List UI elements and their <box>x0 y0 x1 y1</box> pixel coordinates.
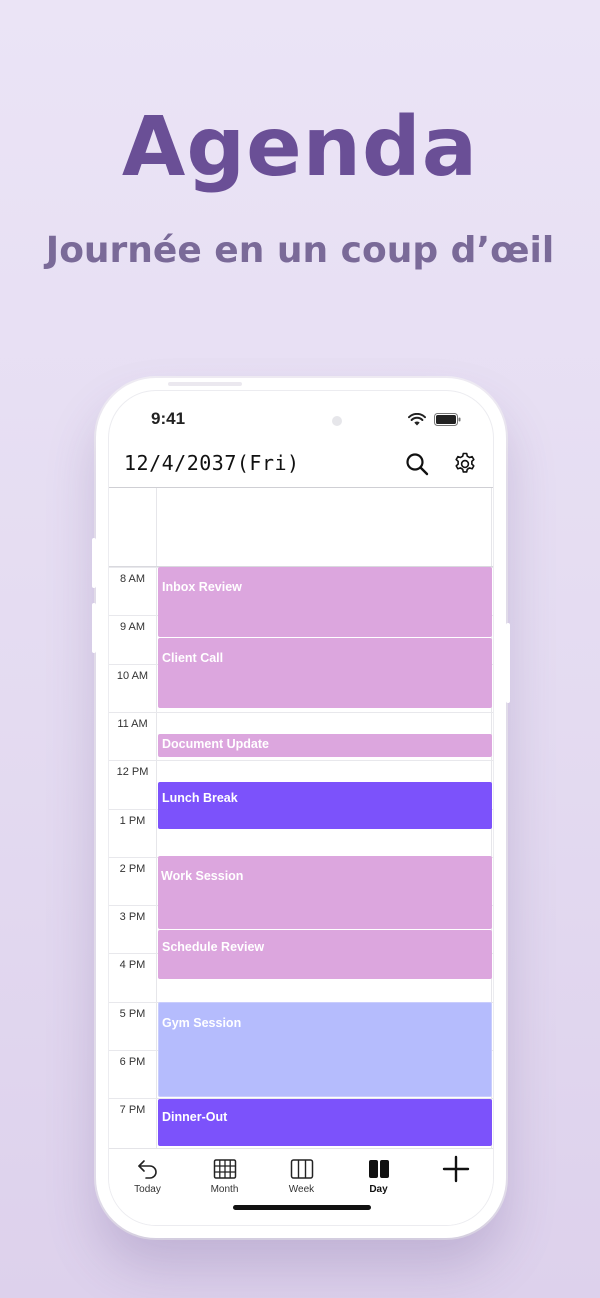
phone-frame: 9:41 12/4/2037(Fri) 8 AM 9 AM 10 AM 11 A… <box>92 378 510 1238</box>
hour-label: 10 AM <box>116 670 149 682</box>
tab-today[interactable]: Today <box>109 1149 186 1219</box>
gear-icon[interactable] <box>452 451 478 477</box>
volume-up-button <box>92 538 96 588</box>
hour-label: 2 PM <box>119 863 146 875</box>
volume-down-button <box>92 603 96 653</box>
day-columns-icon <box>340 1158 417 1180</box>
tab-label-month: Month <box>210 1184 239 1195</box>
event-lunch-break[interactable]: Lunch Break <box>158 782 492 829</box>
tab-label-today: Today <box>134 1184 161 1195</box>
hour-label: 3 PM <box>119 911 146 923</box>
event-title: Schedule Review <box>162 940 265 954</box>
event-title: Work Session <box>161 869 244 883</box>
hour-label: 5 PM <box>119 1008 146 1020</box>
event-title: Lunch Break <box>162 791 238 805</box>
event-gym-session[interactable]: Gym Session <box>158 1002 492 1097</box>
event-dinner-out[interactable]: Dinner-Out <box>158 1099 492 1146</box>
hour-gridline <box>109 760 493 761</box>
event-title: Client Call <box>162 651 224 665</box>
hour-label: 12 PM <box>116 766 149 778</box>
event-inbox-review[interactable]: Inbox Review <box>158 567 492 637</box>
speaker-grille <box>168 382 242 386</box>
tab-label-week: Week <box>288 1184 315 1195</box>
status-time: 9:41 <box>151 409 186 428</box>
current-date[interactable]: 12/4/2037(Fri) <box>124 451 300 475</box>
hour-label: 7 PM <box>119 1104 146 1116</box>
all-day-area[interactable] <box>109 488 493 566</box>
undo-arrow-icon <box>109 1158 186 1180</box>
add-event-button[interactable] <box>417 1149 493 1219</box>
battery-icon <box>434 411 461 430</box>
hour-label: 4 PM <box>119 959 146 971</box>
hour-label: 6 PM <box>119 1056 146 1068</box>
home-indicator <box>233 1205 371 1210</box>
event-document-update[interactable]: Document Update <box>158 734 492 757</box>
event-title: Dinner-Out <box>162 1110 228 1124</box>
status-icons <box>408 411 461 430</box>
front-camera <box>332 416 342 426</box>
week-columns-icon <box>263 1158 340 1180</box>
hour-label: 8 AM <box>119 573 146 585</box>
search-icon[interactable] <box>404 451 430 477</box>
hero-subtitle: Journée en un coup d’œil <box>45 230 555 271</box>
hour-label: 9 AM <box>119 621 146 633</box>
hour-label: 11 AM <box>117 718 148 730</box>
tab-label-day: Day <box>369 1184 388 1195</box>
event-client-call[interactable]: Client Call <box>158 638 492 708</box>
event-title: Inbox Review <box>162 580 242 594</box>
app-screen: 9:41 12/4/2037(Fri) 8 AM 9 AM 10 AM 11 A… <box>108 390 494 1226</box>
event-title: Document Update <box>162 737 269 751</box>
time-column-divider <box>156 488 157 1148</box>
hour-gridline <box>109 712 493 713</box>
wifi-icon <box>408 411 426 430</box>
plus-icon <box>417 1155 493 1183</box>
event-schedule-review[interactable]: Schedule Review <box>158 930 492 979</box>
hero-title: Agenda <box>121 100 479 195</box>
month-grid-icon <box>186 1158 263 1180</box>
event-title: Gym Session <box>162 1016 242 1030</box>
hour-label: 1 PM <box>119 815 146 827</box>
event-work-session[interactable]: Work Session <box>158 856 492 929</box>
power-button <box>506 623 510 703</box>
tab-bar: Today Month Week Day <box>109 1148 493 1225</box>
